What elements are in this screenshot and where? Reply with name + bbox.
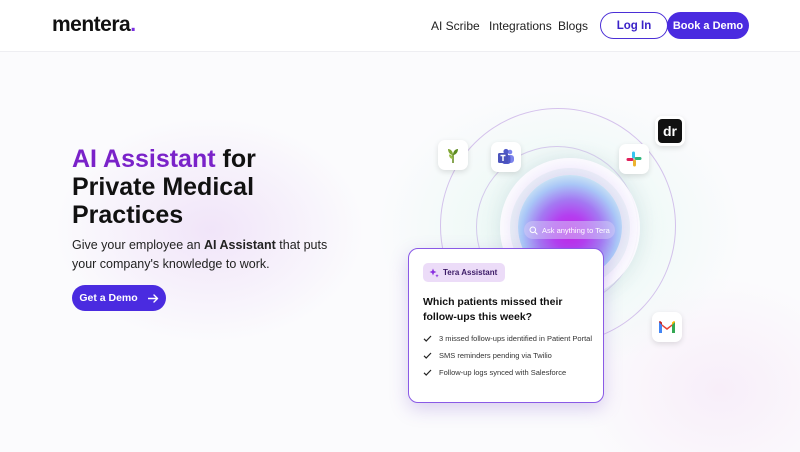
sparkle-icon (429, 268, 439, 277)
assistant-card: Tera Assistant Which patients missed the… (408, 248, 604, 403)
nav-blogs[interactable]: Blogs (558, 19, 588, 33)
gmail-icon (652, 312, 682, 342)
slack-icon (619, 144, 649, 174)
book-demo-button[interactable]: Book a Demo (667, 12, 749, 39)
teams-icon (491, 142, 521, 172)
sprout-icon (438, 140, 468, 170)
search-icon (529, 226, 538, 235)
logo[interactable]: mentera. (52, 13, 136, 37)
get-demo-button[interactable]: Get a Demo (72, 285, 166, 311)
dr-icon: dr (655, 116, 685, 146)
hero-subtitle: Give your employee an AI Assistant that … (72, 238, 328, 271)
hero-title: AI Assistant for Private Medical Practic… (72, 145, 256, 229)
check-icon (423, 369, 432, 376)
assistant-answer-list: 3 missed follow-ups identified in Patien… (423, 333, 599, 384)
orb-search-field[interactable]: Ask anything to Tera (524, 221, 615, 239)
check-icon (423, 352, 432, 359)
login-button[interactable]: Log In (600, 12, 668, 39)
list-item: 3 missed follow-ups identified in Patien… (423, 333, 599, 344)
nav-integrations[interactable]: Integrations (489, 19, 552, 33)
arrow-right-icon (147, 293, 158, 303)
nav-ai-scribe[interactable]: AI Scribe (431, 19, 480, 33)
tera-assistant-badge: Tera Assistant (423, 263, 506, 282)
list-item: Follow-up logs synced with Salesforce (423, 367, 599, 378)
top-navbar: mentera. AI Scribe Integrations Blogs Lo… (0, 0, 800, 52)
assistant-question: Which patients missed their follow-ups t… (423, 296, 563, 323)
list-item: SMS reminders pending via Twilio (423, 350, 599, 361)
check-icon (423, 335, 432, 342)
